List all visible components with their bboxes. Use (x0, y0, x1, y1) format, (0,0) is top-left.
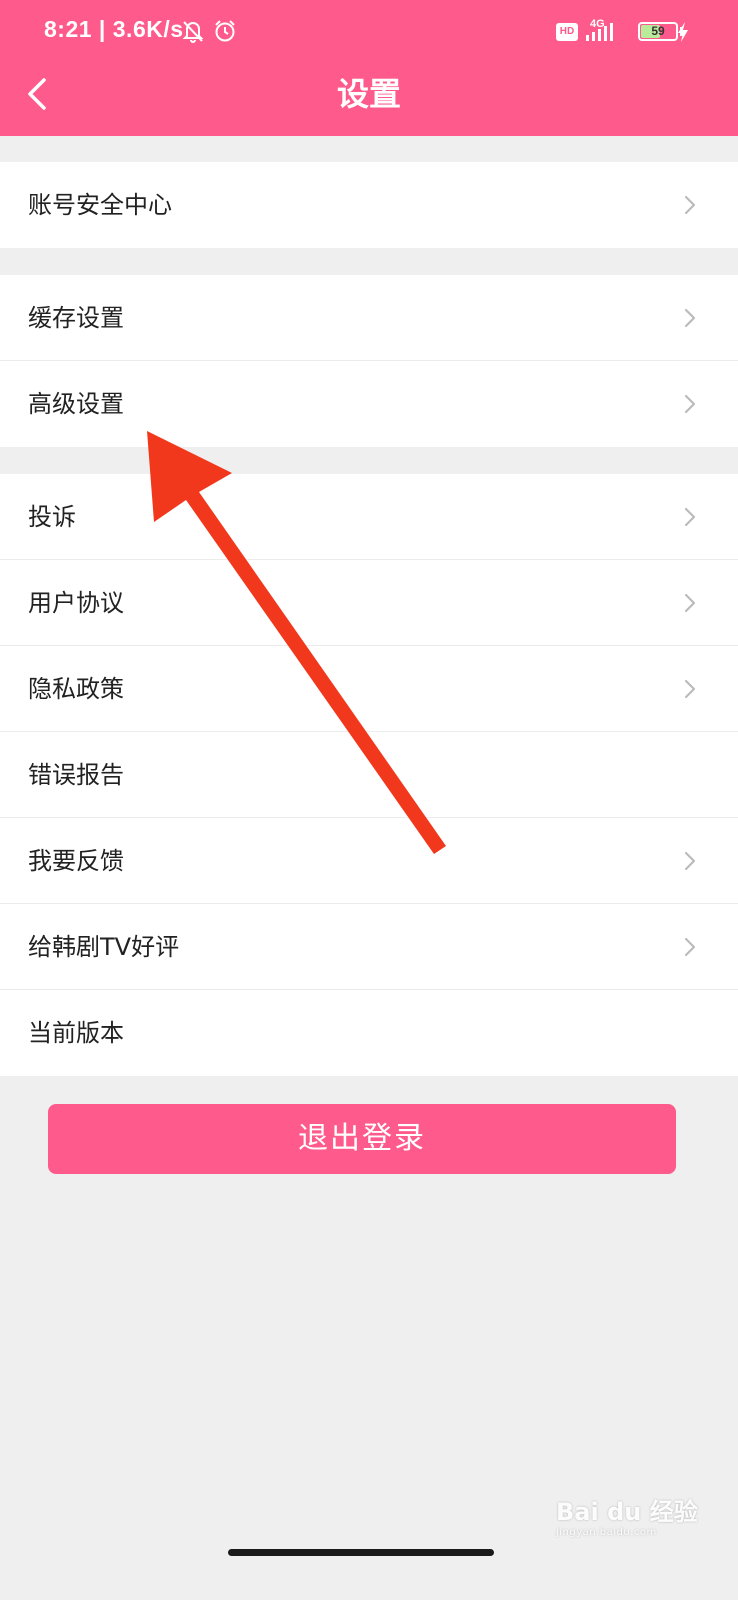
settings-group-storage: 缓存设置 高级设置 (0, 275, 738, 447)
settings-row-user-agreement[interactable]: 用户协议 (0, 560, 738, 646)
settings-row-rate-app[interactable]: 给韩剧TV好评 (0, 904, 738, 990)
settings-row-privacy-policy[interactable]: 隐私政策 (0, 646, 738, 732)
page-title: 设置 (336, 75, 401, 113)
row-label: 用户协议 (28, 589, 124, 617)
status-bar: 8:21 | 3.6K/s HD 4G 59 (0, 0, 738, 64)
chevron-right-icon (684, 593, 696, 613)
home-indicator[interactable] (228, 1549, 494, 1556)
baidu-jingyan-watermark: Bai du 经验 jingyan.baidu.com (556, 1492, 698, 1538)
row-label: 错误报告 (28, 761, 124, 789)
row-label: 隐私政策 (28, 675, 124, 703)
row-label: 投诉 (28, 503, 76, 531)
settings-row-feedback[interactable]: 我要反馈 (0, 818, 738, 904)
watermark-url: jingyan.baidu.com (556, 1527, 657, 1538)
chevron-right-icon (684, 679, 696, 699)
settings-row-current-version[interactable]: 当前版本 (0, 990, 738, 1076)
watermark-brand: Bai du 经验 (556, 1498, 698, 1526)
network-speed: 3.6K/s (112, 16, 184, 42)
bell-muted-icon (182, 21, 204, 43)
chevron-right-icon (684, 937, 696, 957)
battery-percent: 59 (651, 24, 665, 38)
hd-badge: HD (556, 23, 578, 41)
chevron-right-icon (684, 851, 696, 871)
settings-row-complaint[interactable]: 投诉 (0, 474, 738, 560)
status-separator: | (92, 16, 113, 42)
chevron-right-icon (684, 308, 696, 328)
row-label: 高级设置 (28, 390, 124, 418)
chevron-right-icon (684, 394, 696, 414)
signal-bars-icon (586, 23, 613, 41)
settings-row-error-report[interactable]: 错误报告 (0, 732, 738, 818)
row-label: 我要反馈 (28, 847, 124, 875)
chevron-right-icon (684, 195, 696, 215)
alarm-clock-icon (215, 20, 235, 42)
row-label: 账号安全中心 (28, 191, 172, 219)
status-time: 8:21 | 3.6K/s (44, 16, 184, 43)
settings-group-account: 账号安全中心 (0, 162, 738, 248)
settings-row-cache[interactable]: 缓存设置 (0, 275, 738, 361)
clock-time: 8:21 (44, 16, 93, 42)
settings-group-misc: 投诉 用户协议 隐私政策 错误报告 我要反馈 给韩剧TV好评 当前版本 (0, 474, 738, 1076)
chevron-right-icon (684, 507, 696, 527)
app-header: 8:21 | 3.6K/s HD 4G 59 设置 (0, 0, 738, 136)
charging-bolt-icon (678, 22, 688, 42)
logout-button[interactable]: 退出登录 (48, 1104, 676, 1174)
settings-row-advanced[interactable]: 高级设置 (0, 361, 738, 447)
battery-indicator: 59 (638, 22, 678, 41)
row-label: 缓存设置 (28, 304, 124, 332)
row-label: 给韩剧TV好评 (28, 933, 180, 961)
row-label: 当前版本 (28, 1019, 124, 1047)
settings-row-account-security[interactable]: 账号安全中心 (0, 162, 738, 248)
